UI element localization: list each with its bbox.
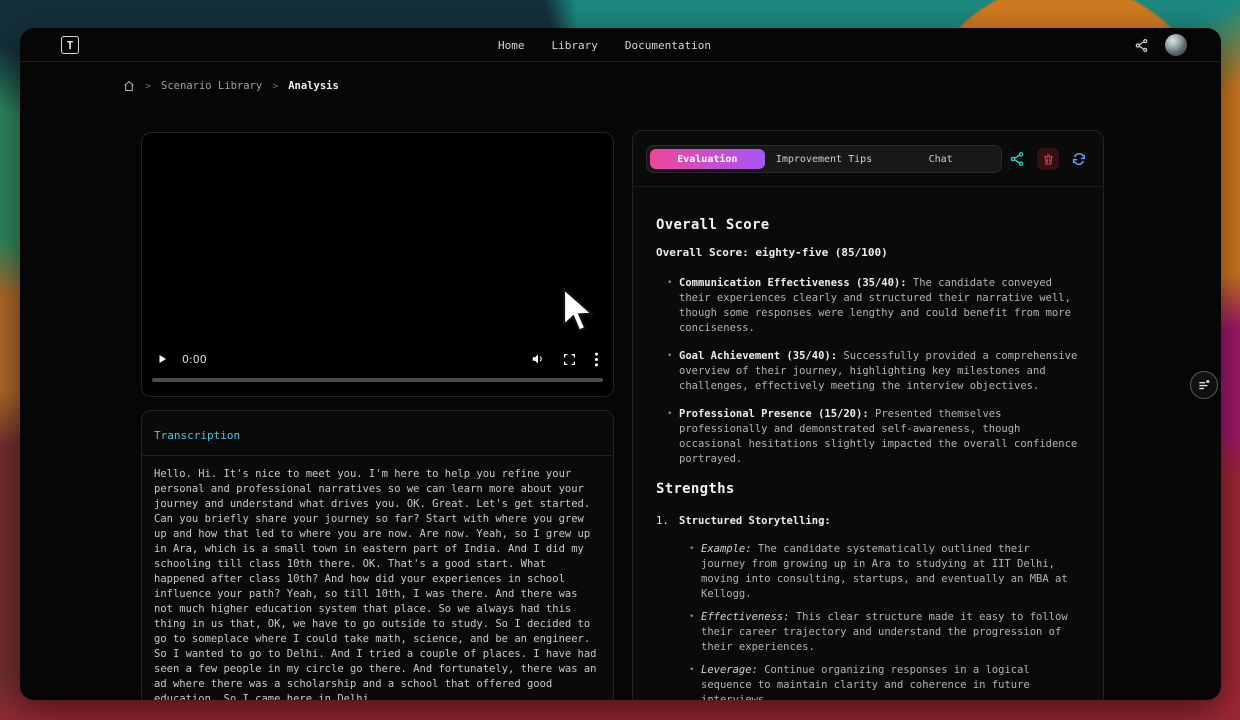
navbar-actions (1134, 28, 1187, 62)
user-avatar[interactable] (1165, 34, 1187, 56)
video-player[interactable]: 0:00 (141, 132, 614, 397)
fullscreen-icon[interactable] (563, 353, 576, 366)
top-navbar: T Home Library Documentation (20, 28, 1221, 62)
nav-links: Home Library Documentation (498, 28, 711, 62)
list-item: Communication Effectiveness (35/40): The… (656, 276, 1079, 336)
list-item: Effectiveness: This clear structure made… (656, 610, 1079, 655)
transcription-header: Transcription (142, 411, 613, 456)
tab-improvement-tips[interactable]: Improvement Tips (767, 149, 882, 169)
tab-evaluation[interactable]: Evaluation (650, 149, 765, 169)
analysis-panel: Evaluation Improvement Tips Chat (632, 130, 1104, 700)
kebab-menu-icon[interactable] (594, 352, 599, 367)
strength-item: 1. Structured Storytelling: (656, 514, 1079, 529)
bullet-label: Goal Achievement (35/40): (679, 350, 837, 362)
video-progress-bar[interactable] (152, 378, 603, 382)
volume-icon[interactable] (531, 352, 545, 366)
list-item: Goal Achievement (35/40): Successfully p… (656, 349, 1079, 394)
play-icon[interactable] (156, 353, 168, 365)
panel-actions (1006, 148, 1090, 170)
bullet-label: Professional Presence (15/20): (679, 408, 869, 420)
overall-score-heading: Overall Score (656, 217, 1079, 233)
video-controls: 0:00 (142, 348, 613, 382)
nav-item-documentation[interactable]: Documentation (625, 39, 711, 52)
bullet-label: Leverage: (701, 664, 758, 676)
video-time: 0:00 (182, 353, 207, 366)
list-item: Professional Presence (15/20): Presented… (656, 407, 1079, 467)
transcription-card: Transcription Hello. Hi. It's nice to me… (141, 410, 614, 700)
share-icon[interactable] (1134, 38, 1149, 53)
strengths-heading: Strengths (656, 481, 1079, 497)
bullet-label: Example: (701, 543, 752, 555)
share-icon[interactable] (1006, 148, 1028, 170)
item-number: 1. (656, 514, 679, 529)
app-logo[interactable]: T (61, 36, 79, 54)
breadcrumb-analysis: Analysis (288, 80, 339, 92)
item-title: Structured Storytelling: (679, 514, 831, 529)
chevron-right-icon: > (272, 81, 278, 92)
bullet-label: Communication Effectiveness (35/40): (679, 277, 907, 289)
breadcrumb-scenario-library[interactable]: Scenario Library (161, 80, 262, 92)
panel-header: Evaluation Improvement Tips Chat (633, 131, 1103, 187)
home-icon[interactable] (123, 80, 135, 92)
transcription-title: Transcription (154, 429, 240, 442)
app-window: T Home Library Documentation > Scenario … (20, 28, 1221, 700)
trash-icon[interactable] (1037, 148, 1059, 170)
transcription-text: Hello. Hi. It's nice to meet you. I'm he… (142, 456, 613, 700)
score-bullets: Communication Effectiveness (35/40): The… (656, 276, 1079, 467)
list-item: Example: The candidate systematically ou… (656, 542, 1079, 602)
bullet-label: Effectiveness: (701, 611, 790, 623)
refresh-icon[interactable] (1068, 148, 1090, 170)
chevron-right-icon: > (145, 81, 151, 92)
overall-score-value: Overall Score: eighty-five (85/100) (656, 246, 1079, 259)
tab-chat[interactable]: Chat (883, 149, 998, 169)
nav-item-home[interactable]: Home (498, 39, 525, 52)
evaluation-content: Overall Score Overall Score: eighty-five… (633, 187, 1103, 700)
strength-sub-bullets: Example: The candidate systematically ou… (656, 542, 1079, 700)
tab-bar: Evaluation Improvement Tips Chat (646, 145, 1002, 173)
side-panel-toggle[interactable] (1190, 371, 1218, 399)
list-item: Leverage: Continue organizing responses … (656, 663, 1079, 700)
nav-item-library[interactable]: Library (552, 39, 598, 52)
bullet-text: The candidate systematically outlined th… (701, 543, 1068, 600)
breadcrumb: > Scenario Library > Analysis (123, 80, 339, 92)
